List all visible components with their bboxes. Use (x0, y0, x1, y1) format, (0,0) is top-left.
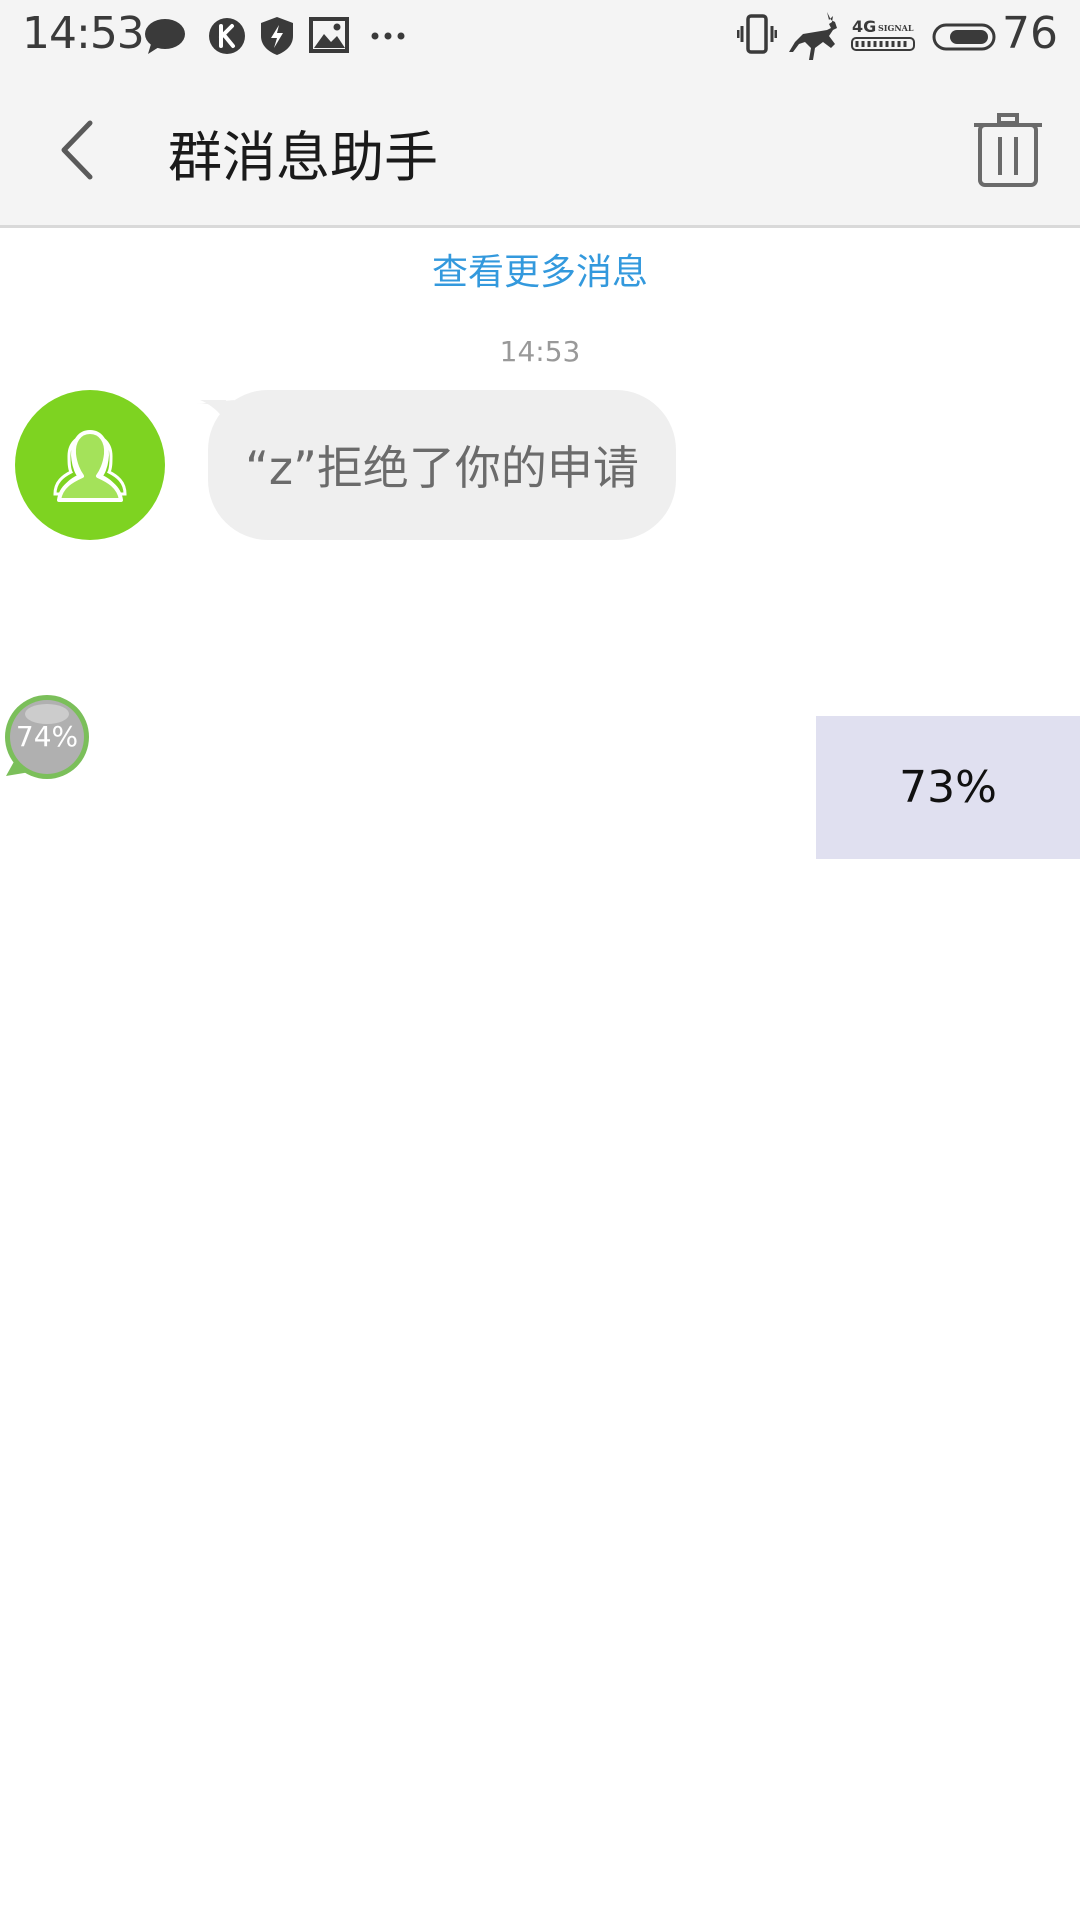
delete-button[interactable] (972, 113, 1044, 189)
page-title: 群消息助手 (168, 126, 438, 189)
signal-4g-icon: 4G SIGNAL (850, 16, 918, 56)
message-timestamp: 14:53 (499, 335, 581, 368)
memory-panel[interactable]: 73% (816, 716, 1080, 859)
message-text: “z”拒绝了你的申请 (245, 441, 639, 495)
battery-icon (932, 22, 996, 52)
signal-sub-label: SIGNAL (878, 23, 914, 33)
load-more-link[interactable]: 查看更多消息 (0, 243, 1080, 295)
k-app-icon (205, 14, 249, 58)
vibrate-icon (737, 12, 777, 60)
trash-icon (974, 113, 1042, 187)
shield-bolt-icon (257, 14, 297, 58)
message-bubble[interactable]: “z”拒绝了你的申请 (208, 390, 676, 540)
status-time: 14:53 (22, 8, 145, 59)
app-header: 群消息助手 (0, 75, 1080, 228)
memory-panel-percent: 73% (899, 762, 997, 813)
back-button[interactable] (48, 115, 108, 185)
battery-level-text: 76 (1002, 8, 1058, 59)
image-icon (308, 14, 350, 56)
avatar[interactable] (15, 390, 165, 540)
floating-ball[interactable]: 74% (2, 692, 92, 782)
deer-icon (785, 8, 843, 66)
chat-bubble-icon (143, 14, 187, 58)
screen: 14:53 4G SIGNAL 76 群消息助手 查看更多消息 14:53 “z… (0, 0, 1080, 1920)
group-people-icon (53, 430, 127, 502)
status-bar: 14:53 4G SIGNAL 76 (0, 0, 1080, 75)
signal-4g-label: 4G (852, 17, 876, 36)
more-dots-icon (368, 22, 408, 50)
floating-ball-percent: 74% (15, 720, 79, 753)
chevron-left-icon (61, 120, 93, 180)
